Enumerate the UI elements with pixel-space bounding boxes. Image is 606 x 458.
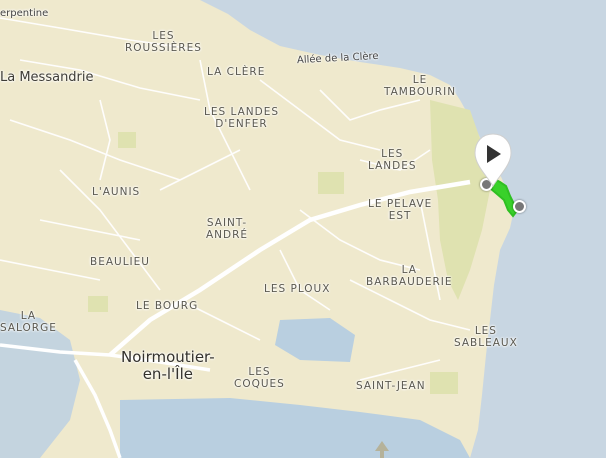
label-le-pelave-est: LE PELAVE EST	[368, 198, 433, 222]
label-noirmoutier-en-lile: Noirmoutier- en-l'Île	[121, 348, 215, 383]
label-serpentine: erpentine	[0, 8, 49, 19]
label-beaulieu: BEAULIEU	[90, 256, 150, 268]
label-la-salorge: LA SALORGE	[0, 310, 57, 334]
label-le-tambourin: LE TAMBOURIN	[384, 74, 457, 98]
label-les-ploux: LES PLOUX	[264, 283, 331, 295]
label-les-landes-denfer: LES LANDES D'ENFER	[204, 106, 279, 130]
label-les-landes: LES LANDES	[368, 148, 417, 172]
label-la-messandrie: La Messandrie	[0, 70, 94, 85]
park-1	[118, 132, 136, 148]
tree-icon	[375, 441, 389, 458]
label-les-sableaux: LES SABLEAUX	[454, 325, 518, 349]
label-saint-jean: SAINT-JEAN	[356, 380, 426, 392]
label-les-roussieres: LES ROUSSIÈRES	[125, 30, 202, 54]
map-canvas[interactable]: erpentine LES ROUSSIÈRES La Messandrie L…	[0, 0, 606, 458]
park-2	[318, 172, 344, 194]
label-les-coques: LES COQUES	[234, 366, 285, 390]
label-launis: L'AUNIS	[92, 186, 141, 198]
label-la-barbauderie: LA BARBAUDERIE	[366, 264, 453, 288]
park-3	[88, 296, 108, 312]
label-le-bourg: LE BOURG	[136, 300, 199, 312]
label-la-clere: LA CLÈRE	[207, 66, 266, 78]
route-end-marker[interactable]	[513, 200, 526, 213]
park-4	[430, 372, 458, 394]
map-base	[0, 0, 606, 458]
play-pin[interactable]	[471, 132, 515, 188]
label-saint-andre: SAINT- ANDRÉ	[206, 217, 249, 241]
